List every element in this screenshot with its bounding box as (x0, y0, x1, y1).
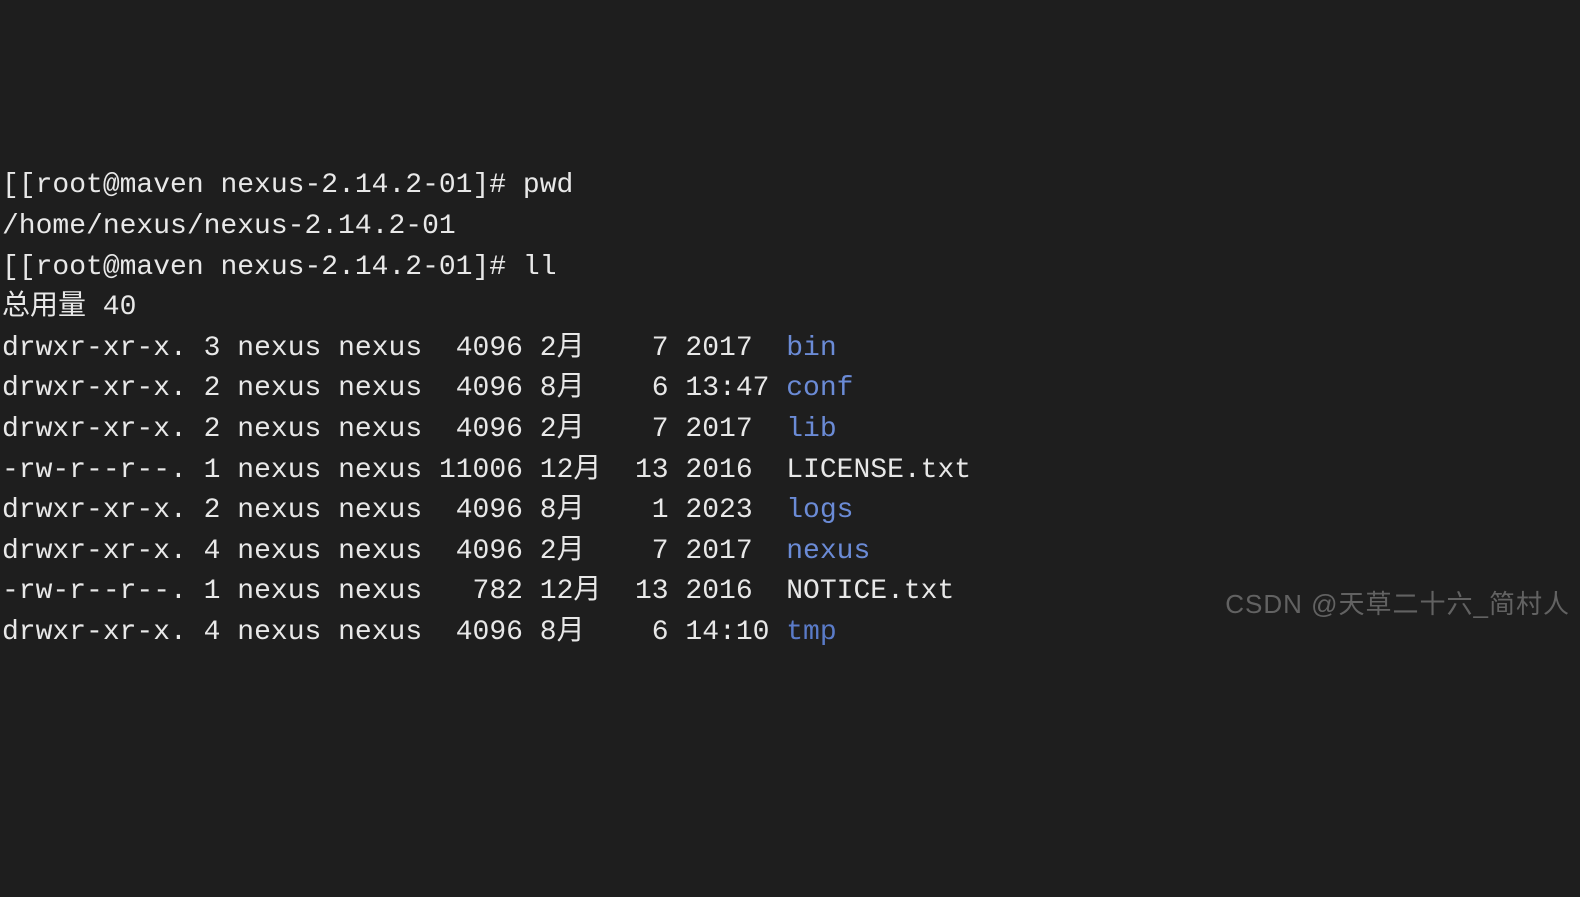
file-links: 2 (204, 373, 221, 404)
total-label: 总用量 40 (2, 292, 136, 323)
file-timeyear: 2017 (685, 333, 769, 364)
file-name: NOTICE.txt (786, 576, 954, 607)
file-links: 4 (204, 617, 221, 648)
file-month: 8月 (540, 495, 618, 526)
file-day: 13 (635, 576, 669, 607)
file-name-dir: lib (786, 414, 836, 445)
file-perms: drwxr-xr-x. (2, 536, 187, 567)
file-links: 4 (204, 536, 221, 567)
terminal-output[interactable]: [[root@maven nexus-2.14.2-01]# pwd/home/… (2, 166, 1578, 653)
output-line: /home/nexus/nexus-2.14.2-01 (2, 207, 1578, 248)
file-owner: nexus (237, 333, 321, 364)
pwd-output: /home/nexus/nexus-2.14.2-01 (2, 211, 456, 242)
file-month: 2月 (540, 414, 618, 445)
file-day: 7 (635, 536, 669, 567)
total-line: 总用量 40 (2, 288, 1578, 329)
file-group: nexus (338, 576, 422, 607)
file-month: 2月 (540, 536, 618, 567)
shell-prompt: [root@maven nexus-2.14.2-01]# (19, 170, 523, 201)
file-group: nexus (338, 455, 422, 486)
file-name-dir: tmp (786, 617, 836, 648)
command-pwd: pwd (523, 170, 573, 201)
file-perms: drwxr-xr-x. (2, 333, 187, 364)
file-day: 7 (635, 414, 669, 445)
file-size: 11006 (439, 455, 523, 486)
file-owner: nexus (237, 576, 321, 607)
file-month: 12月 (540, 455, 618, 486)
file-links: 2 (204, 495, 221, 526)
file-day: 13 (635, 455, 669, 486)
file-perms: -rw-r--r--. (2, 576, 187, 607)
file-size: 4096 (439, 373, 523, 404)
file-month: 2月 (540, 333, 618, 364)
file-owner: nexus (237, 455, 321, 486)
file-timeyear: 2017 (685, 536, 769, 567)
file-name-dir: nexus (786, 536, 870, 567)
file-row: drwxr-xr-x. 3 nexus nexus 4096 2月 7 2017… (2, 329, 1578, 370)
file-name: LICENSE.txt (786, 455, 971, 486)
file-group: nexus (338, 414, 422, 445)
file-links: 2 (204, 414, 221, 445)
file-timeyear: 2023 (685, 495, 769, 526)
file-owner: nexus (237, 536, 321, 567)
file-links: 1 (204, 576, 221, 607)
command-ll: ll (523, 252, 557, 283)
file-timeyear: 2016 (685, 455, 769, 486)
prompt-line: [[root@maven nexus-2.14.2-01]# pwd (2, 166, 1578, 207)
file-timeyear: 13:47 (685, 373, 769, 404)
file-size: 4096 (439, 495, 523, 526)
file-name-dir: bin (786, 333, 836, 364)
file-day: 6 (635, 617, 669, 648)
file-owner: nexus (237, 617, 321, 648)
prompt-prefix: [ (2, 252, 19, 283)
file-name-dir: logs (786, 495, 853, 526)
file-perms: drwxr-xr-x. (2, 617, 187, 648)
file-name-dir: conf (786, 373, 853, 404)
file-month: 12月 (540, 576, 618, 607)
file-timeyear: 2017 (685, 414, 769, 445)
file-group: nexus (338, 536, 422, 567)
file-row: drwxr-xr-x. 4 nexus nexus 4096 2月 7 2017… (2, 532, 1578, 573)
file-perms: drwxr-xr-x. (2, 495, 187, 526)
file-links: 3 (204, 333, 221, 364)
watermark: CSDN @天草二十六_简村人 (1225, 586, 1570, 624)
file-size: 782 (439, 576, 523, 607)
file-owner: nexus (237, 373, 321, 404)
file-size: 4096 (439, 414, 523, 445)
file-owner: nexus (237, 495, 321, 526)
file-month: 8月 (540, 373, 618, 404)
file-row: drwxr-xr-x. 2 nexus nexus 4096 8月 6 13:4… (2, 369, 1578, 410)
file-links: 1 (204, 455, 221, 486)
file-owner: nexus (237, 414, 321, 445)
file-size: 4096 (439, 333, 523, 364)
file-timeyear: 14:10 (685, 617, 769, 648)
file-group: nexus (338, 495, 422, 526)
file-day: 7 (635, 333, 669, 364)
file-perms: drwxr-xr-x. (2, 373, 187, 404)
file-group: nexus (338, 373, 422, 404)
file-month: 8月 (540, 617, 618, 648)
prompt-line: [[root@maven nexus-2.14.2-01]# ll (2, 248, 1578, 289)
shell-prompt: [root@maven nexus-2.14.2-01]# (19, 252, 523, 283)
file-day: 1 (635, 495, 669, 526)
file-row: drwxr-xr-x. 2 nexus nexus 4096 8月 1 2023… (2, 491, 1578, 532)
prompt-prefix: [ (2, 170, 19, 201)
file-perms: -rw-r--r--. (2, 455, 187, 486)
file-timeyear: 2016 (685, 576, 769, 607)
file-size: 4096 (439, 536, 523, 567)
file-group: nexus (338, 617, 422, 648)
file-day: 6 (635, 373, 669, 404)
file-group: nexus (338, 333, 422, 364)
file-row: drwxr-xr-x. 2 nexus nexus 4096 2月 7 2017… (2, 410, 1578, 451)
file-perms: drwxr-xr-x. (2, 414, 187, 445)
file-size: 4096 (439, 617, 523, 648)
file-row: -rw-r--r--. 1 nexus nexus 11006 12月 13 2… (2, 451, 1578, 492)
